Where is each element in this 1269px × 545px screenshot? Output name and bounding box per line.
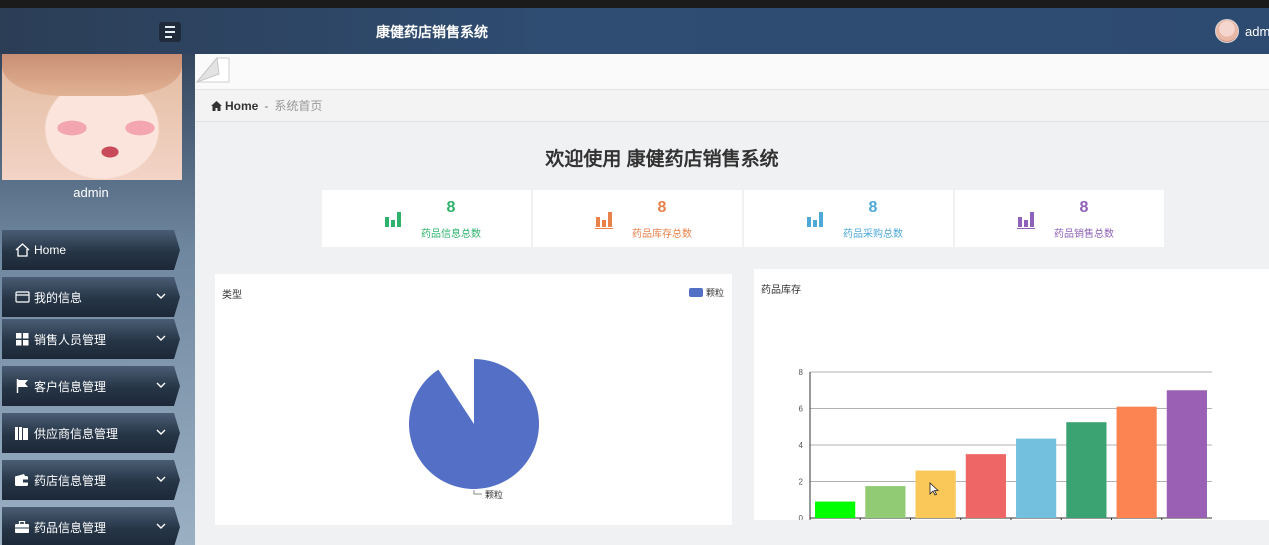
welcome-title: 欢迎使用 康健药店销售系统	[545, 149, 779, 170]
sidebar-item-4[interactable]: 供应商信息管理	[2, 413, 180, 453]
top-header: 康健药店销售系统 admin	[0, 8, 1269, 54]
grid-icon	[14, 332, 30, 346]
stat-value: 8	[446, 199, 456, 216]
breadcrumb-separator: -	[264, 98, 269, 113]
sidebar-item-label: 客户信息管理	[34, 379, 107, 394]
stat-label: 药品库存总数	[632, 229, 692, 240]
stat-label: 药品信息总数	[421, 229, 481, 240]
bar-chart-icon	[595, 212, 613, 229]
flag-icon	[14, 379, 30, 393]
menu-toggle-button[interactable]	[159, 22, 181, 42]
sidebar-item-label: 药店信息管理	[34, 473, 107, 488]
stat-card[interactable]: 8 药品采购总数	[744, 190, 953, 247]
page-fold-icon	[195, 56, 230, 84]
y-tick-label: 0	[799, 514, 804, 520]
stat-card[interactable]: 8 药品信息总数	[322, 190, 531, 247]
sidebar-item-5[interactable]: 药店信息管理	[2, 460, 180, 500]
user-name[interactable]: admin	[1245, 24, 1269, 39]
book-icon	[14, 426, 30, 440]
pie-chart: 颗粒	[409, 359, 539, 500]
stat-label: 药品采购总数	[843, 229, 903, 240]
bar[interactable]	[965, 454, 1006, 518]
chevron-down-icon	[156, 335, 166, 341]
stock-bar-chart-panel: 药品库存 02468商品名称1商品名称2商品名称3商品名称4商品名称5商品名称6…	[754, 269, 1269, 520]
y-tick-label: 6	[799, 405, 804, 414]
window-top-strip	[0, 0, 1269, 8]
chevron-down-icon	[156, 382, 166, 388]
bar[interactable]	[1016, 438, 1057, 518]
type-pie-chart-panel: 类型 颗粒 颗粒	[215, 274, 732, 525]
chevron-down-icon	[156, 429, 166, 435]
id-card-icon	[14, 290, 30, 304]
home-icon	[211, 100, 222, 111]
sidebar-item-1[interactable]: 我的信息	[2, 277, 180, 317]
sidebar-item-2[interactable]: 销售人员管理	[2, 319, 180, 359]
chevron-down-icon	[156, 476, 166, 482]
wallet-icon	[14, 473, 30, 487]
breadcrumb-current: 系统首页	[274, 99, 323, 113]
bar[interactable]	[1166, 390, 1207, 518]
pie-slice-label: 颗粒	[485, 489, 503, 500]
stat-value: 8	[1079, 199, 1089, 216]
chevron-down-icon	[156, 523, 166, 529]
bar-chart: 02468商品名称1商品名称2商品名称3商品名称4商品名称5商品名称6商品名称7…	[799, 368, 1212, 520]
home-icon	[14, 243, 30, 257]
breadcrumb-home-label: Home	[225, 98, 259, 113]
breadcrumb: Home - 系统首页	[195, 90, 1269, 122]
stat-value: 8	[868, 199, 878, 216]
sidebar-item-label: 供应商信息管理	[34, 426, 119, 441]
sidebar-item-label: 我的信息	[34, 290, 83, 305]
stat-card[interactable]: 8 药品销售总数	[955, 190, 1164, 247]
pie-slice[interactable]	[409, 359, 539, 489]
bar[interactable]	[1116, 406, 1157, 518]
sidebar-item-label: 药品信息管理	[34, 520, 107, 535]
bar[interactable]	[865, 486, 906, 518]
chevron-down-icon	[156, 293, 166, 299]
sidebar-item-label: 销售人员管理	[34, 332, 107, 347]
y-tick-label: 2	[799, 478, 804, 487]
pie-label-line	[473, 490, 482, 495]
sidebar-username: admin	[73, 185, 109, 200]
stat-card[interactable]: 8 药品库存总数	[533, 190, 742, 247]
app-title: 康健药店销售系统	[376, 24, 488, 40]
stat-value: 8	[657, 199, 667, 216]
sidebar-item-0[interactable]: Home	[2, 230, 180, 270]
y-tick-label: 8	[799, 368, 804, 377]
bar-chart-icon	[1017, 212, 1035, 229]
y-tick-label: 4	[799, 441, 804, 450]
sidebar-item-3[interactable]: 客户信息管理	[2, 366, 180, 406]
breadcrumb-home[interactable]: Home	[211, 99, 258, 113]
sidebar: admin Home 我的信息销售人员管理 客户信息管理 供应商信息管理 药店信息管理药…	[0, 54, 195, 545]
briefcase-icon	[14, 520, 30, 534]
sidebar-item-6[interactable]: 药品信息管理	[2, 507, 180, 545]
tab-bar	[195, 54, 1269, 90]
bar[interactable]	[815, 501, 856, 518]
profile-photo	[2, 54, 182, 180]
mouse-cursor-icon	[929, 482, 939, 496]
sidebar-item-label: Home	[34, 243, 67, 257]
stat-label: 药品销售总数	[1054, 229, 1114, 240]
bar-chart-icon	[807, 212, 823, 227]
bar-chart-icon	[385, 212, 401, 227]
user-avatar[interactable]	[1215, 19, 1239, 43]
bar[interactable]	[1066, 422, 1107, 518]
main-content: Home - 系统首页 欢迎使用 康健药店销售系统 8 药品信息总数 8 药品库存总数…	[195, 54, 1269, 545]
